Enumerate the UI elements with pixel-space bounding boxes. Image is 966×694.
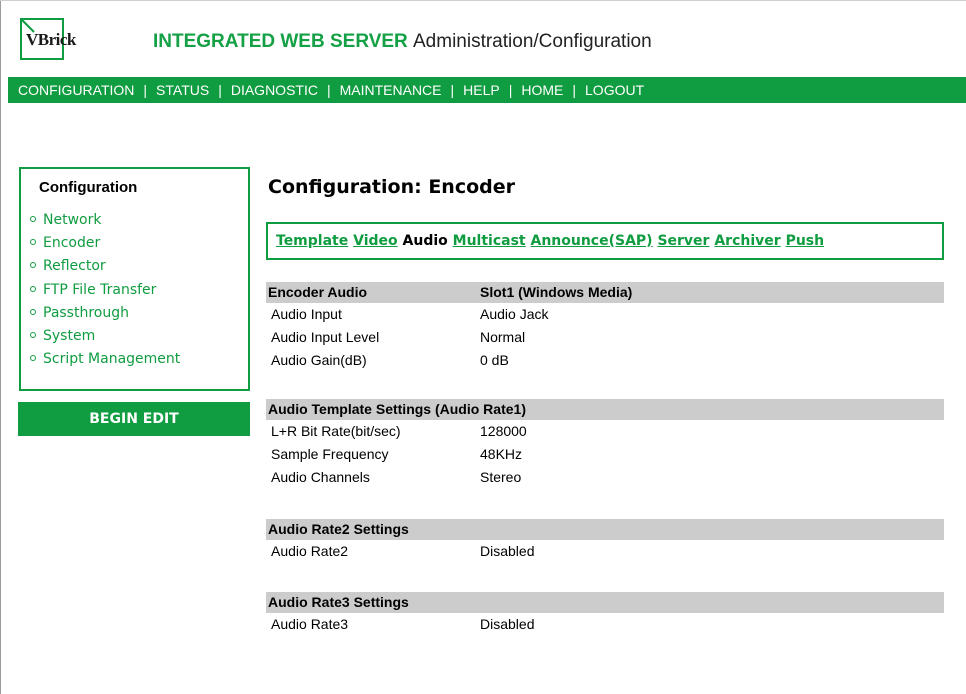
nav-separator: | — [572, 82, 577, 98]
nav-status[interactable]: STATUS — [156, 82, 209, 98]
sidebar-item-script-management[interactable]: Script Management — [30, 348, 180, 371]
setting-label: Sample Frequency — [271, 446, 389, 462]
nav-separator: | — [508, 82, 513, 98]
bullet-icon — [30, 285, 36, 292]
encoder-audio-section: Encoder Audio Slot1 (Windows Media) Audi… — [266, 282, 944, 372]
setting-row: Sample Frequency 48KHz — [266, 443, 944, 466]
setting-row: Audio Input Audio Jack — [266, 303, 944, 326]
sidebar-item-label: Network — [43, 212, 102, 228]
sidebar-title: Configuration — [39, 179, 138, 196]
window-top-border — [0, 0, 966, 1]
bullet-icon — [30, 239, 36, 246]
sidebar-item-label: Encoder — [43, 235, 101, 252]
setting-value: Disabled — [480, 543, 535, 559]
sidebar-item-label: Script Management — [43, 351, 181, 368]
sidebar-item-encoder[interactable]: Encoder — [30, 232, 180, 255]
setting-value: Audio Jack — [480, 306, 549, 322]
setting-row: Audio Rate3 Disabled — [266, 613, 944, 636]
sidebar-item-system[interactable]: System — [30, 325, 180, 348]
sidebar-item-label: Reflector — [43, 258, 106, 275]
section-header: Audio Template Settings (Audio Rate1) — [266, 399, 944, 420]
nav-diagnostic[interactable]: DIAGNOSTIC — [231, 82, 318, 98]
setting-value: 0 dB — [480, 352, 509, 368]
setting-value: 128000 — [480, 423, 527, 439]
section-header: Audio Rate2 Settings — [266, 519, 944, 540]
sidebar-item-network[interactable]: Network — [30, 209, 180, 232]
nav-home[interactable]: HOME — [521, 82, 563, 98]
sidebar-item-label: Passthrough — [43, 304, 129, 321]
encoder-tab-bar: Template Video Audio Multicast Announce(… — [266, 222, 944, 260]
begin-edit-button[interactable]: BEGIN EDIT — [18, 402, 250, 436]
app-title: INTEGRATED WEB SERVER — [153, 31, 408, 52]
sidebar-item-reflector[interactable]: Reflector — [30, 255, 180, 278]
nav-separator: | — [143, 82, 148, 98]
section-header-label: Encoder Audio — [268, 284, 368, 300]
sidebar-item-label: System — [43, 327, 96, 344]
top-nav-links: CONFIGURATION | STATUS | DIAGNOSTIC | MAINTENA… — [18, 82, 644, 98]
setting-row: Audio Rate2 Disabled — [266, 540, 944, 563]
app-subtitle: Administration/Configuration — [413, 31, 652, 52]
setting-row: L+R Bit Rate(bit/sec) 128000 — [266, 420, 944, 443]
setting-label: Audio Channels — [271, 469, 370, 485]
audio-template-section: Audio Template Settings (Audio Rate1) L+… — [266, 399, 944, 489]
tab-template[interactable]: Template — [276, 233, 348, 249]
logo-text: VBrick — [26, 30, 76, 49]
section-header-value: Slot1 (Windows Media) — [480, 284, 633, 300]
setting-label: L+R Bit Rate(bit/sec) — [271, 423, 401, 439]
setting-label: Audio Rate2 — [271, 543, 349, 559]
sidebar-list: Network Encoder Reflector FTP File Trans… — [30, 209, 180, 371]
encoder-tabs: Template Video Audio Multicast Announce(… — [276, 233, 824, 249]
nav-separator: | — [450, 82, 455, 98]
bullet-icon — [30, 216, 36, 222]
setting-value: 48KHz — [480, 446, 523, 462]
top-nav-bar: CONFIGURATION | STATUS | DIAGNOSTIC | MAINTENA… — [8, 77, 966, 103]
window-left-border — [0, 0, 1, 694]
section-header: Encoder Audio Slot1 (Windows Media) — [266, 282, 944, 303]
setting-row: Audio Gain(dB) 0 dB — [266, 349, 944, 372]
sidebar-item-passthrough[interactable]: Passthrough — [30, 302, 180, 325]
setting-value: Disabled — [480, 616, 535, 632]
tab-archiver[interactable]: Archiver — [714, 233, 780, 249]
nav-logout[interactable]: LOGOUT — [585, 82, 644, 98]
setting-value: Normal — [480, 329, 526, 345]
setting-value: Stereo — [480, 469, 522, 485]
setting-label: Audio Input Level — [271, 329, 380, 345]
setting-label: Audio Rate3 — [271, 616, 349, 632]
tab-push[interactable]: Push — [786, 233, 825, 249]
nav-separator: | — [218, 82, 222, 98]
sidebar-item-ftp-file-transfer[interactable]: FTP File Transfer — [30, 279, 180, 302]
tab-announce-sap[interactable]: Announce(SAP) — [530, 233, 652, 249]
bullet-icon — [30, 308, 36, 315]
tab-server[interactable]: Server — [657, 233, 709, 249]
setting-label: Audio Gain(dB) — [271, 352, 367, 368]
bullet-icon — [30, 262, 36, 269]
audio-rate3-section: Audio Rate3 Settings Audio Rate3 Disabled — [266, 592, 944, 636]
bullet-icon — [30, 355, 36, 362]
sidebar-item-label: FTP File Transfer — [43, 281, 157, 298]
setting-row: Audio Channels Stereo — [266, 466, 944, 489]
setting-label: Audio Input — [271, 306, 342, 322]
tab-audio: Audio — [402, 233, 448, 249]
setting-row: Audio Input Level Normal — [266, 326, 944, 349]
nav-help[interactable]: HELP — [463, 82, 500, 98]
section-header-label: Audio Rate3 Settings — [268, 594, 409, 610]
audio-rate2-section: Audio Rate2 Settings Audio Rate2 Disabled — [266, 519, 944, 563]
page-title: Configuration: Encoder — [268, 176, 515, 198]
section-header: Audio Rate3 Settings — [266, 592, 944, 613]
tab-video[interactable]: Video — [353, 233, 398, 249]
section-header-label: Audio Rate2 Settings — [268, 521, 409, 537]
bullet-icon — [30, 331, 36, 338]
sidebar: Configuration Network Encoder Reflector … — [19, 167, 250, 391]
tab-multicast[interactable]: Multicast — [453, 233, 526, 249]
nav-configuration[interactable]: CONFIGURATION — [18, 82, 134, 98]
section-header-label: Audio Template Settings (Audio Rate1) — [268, 401, 526, 417]
nav-separator: | — [326, 82, 331, 98]
nav-maintenance[interactable]: MAINTENANCE — [340, 82, 442, 98]
